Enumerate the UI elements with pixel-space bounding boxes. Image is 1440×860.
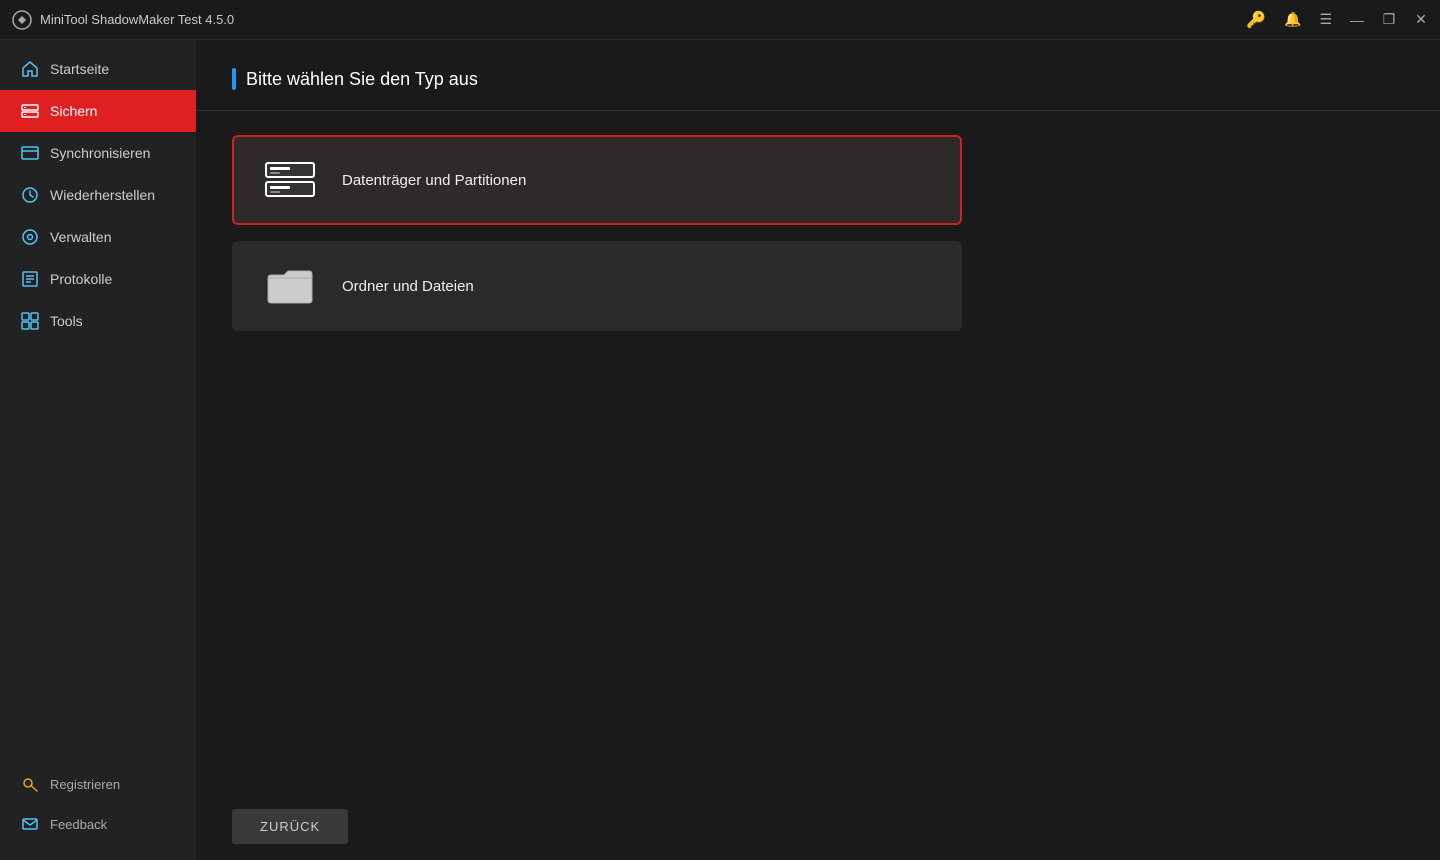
key-icon[interactable]: 🔑	[1246, 10, 1266, 30]
minimize-button[interactable]: —	[1350, 13, 1364, 27]
sidebar-item-protokolle[interactable]: Protokolle	[0, 258, 196, 300]
sidebar-label-synchronisieren: Synchronisieren	[50, 145, 150, 161]
content-body: Datenträger und Partitionen Ordner und D…	[196, 111, 1440, 793]
sidebar-item-verwalten[interactable]: Verwalten	[0, 216, 196, 258]
sidebar-item-registrieren[interactable]: Registrieren	[0, 764, 196, 804]
backup-icon	[20, 101, 40, 121]
sidebar-item-startseite[interactable]: Startseite	[0, 48, 196, 90]
close-button[interactable]: ✕	[1414, 13, 1428, 27]
option-ordner[interactable]: Ordner und Dateien	[232, 241, 962, 331]
sidebar: Startseite Sichern	[0, 40, 196, 860]
menu-icon[interactable]: ☰	[1319, 11, 1332, 28]
app-logo	[12, 10, 32, 30]
email-icon	[20, 814, 40, 834]
back-button[interactable]: ZURÜCK	[232, 809, 348, 844]
sidebar-item-sichern[interactable]: Sichern	[0, 90, 196, 132]
option-datentraeger-label: Datenträger und Partitionen	[342, 172, 526, 189]
maximize-button[interactable]: ❐	[1382, 13, 1396, 27]
key-sidebar-icon	[20, 774, 40, 794]
sidebar-label-sichern: Sichern	[50, 103, 97, 119]
folder-icon	[262, 258, 318, 314]
title-bar: MiniTool ShadowMaker Test 4.5.0 🔑 🔔 ☰ — …	[0, 0, 1440, 40]
home-icon	[20, 59, 40, 79]
sidebar-bottom: Registrieren Feedback	[0, 764, 196, 860]
title-bar-left: MiniTool ShadowMaker Test 4.5.0	[12, 10, 234, 30]
content-header: Bitte wählen Sie den Typ aus	[196, 40, 1440, 111]
page-title: Bitte wählen Sie den Typ aus	[246, 69, 478, 90]
sidebar-item-wiederherstellen[interactable]: Wiederherstellen	[0, 174, 196, 216]
sidebar-label-protokolle: Protokolle	[50, 271, 112, 287]
log-icon	[20, 269, 40, 289]
option-datentraeger[interactable]: Datenträger und Partitionen	[232, 135, 962, 225]
content-area: Bitte wählen Sie den Typ aus	[196, 40, 1440, 860]
sync-icon	[20, 143, 40, 163]
restore-icon	[20, 185, 40, 205]
sidebar-label-wiederherstellen: Wiederherstellen	[50, 187, 155, 203]
header-accent-bar	[232, 68, 236, 90]
app-title: MiniTool ShadowMaker Test 4.5.0	[40, 12, 234, 27]
sidebar-item-feedback[interactable]: Feedback	[0, 804, 196, 844]
option-ordner-label: Ordner und Dateien	[342, 278, 474, 295]
sidebar-label-startseite: Startseite	[50, 61, 109, 77]
main-layout: Startseite Sichern	[0, 40, 1440, 860]
window-controls: 🔑 🔔 ☰ — ❐ ✕	[1246, 10, 1428, 30]
bell-icon[interactable]: 🔔	[1284, 11, 1301, 28]
content-footer: ZURÜCK	[196, 793, 1440, 860]
sidebar-nav: Startseite Sichern	[0, 40, 196, 764]
sidebar-label-tools: Tools	[50, 313, 83, 329]
sidebar-item-synchronisieren[interactable]: Synchronisieren	[0, 132, 196, 174]
sidebar-label-verwalten: Verwalten	[50, 229, 111, 245]
disk-partition-icon	[262, 152, 318, 208]
manage-icon	[20, 227, 40, 247]
sidebar-item-tools[interactable]: Tools	[0, 300, 196, 342]
registrieren-label: Registrieren	[50, 777, 120, 792]
tools-icon	[20, 311, 40, 331]
feedback-label: Feedback	[50, 817, 107, 832]
